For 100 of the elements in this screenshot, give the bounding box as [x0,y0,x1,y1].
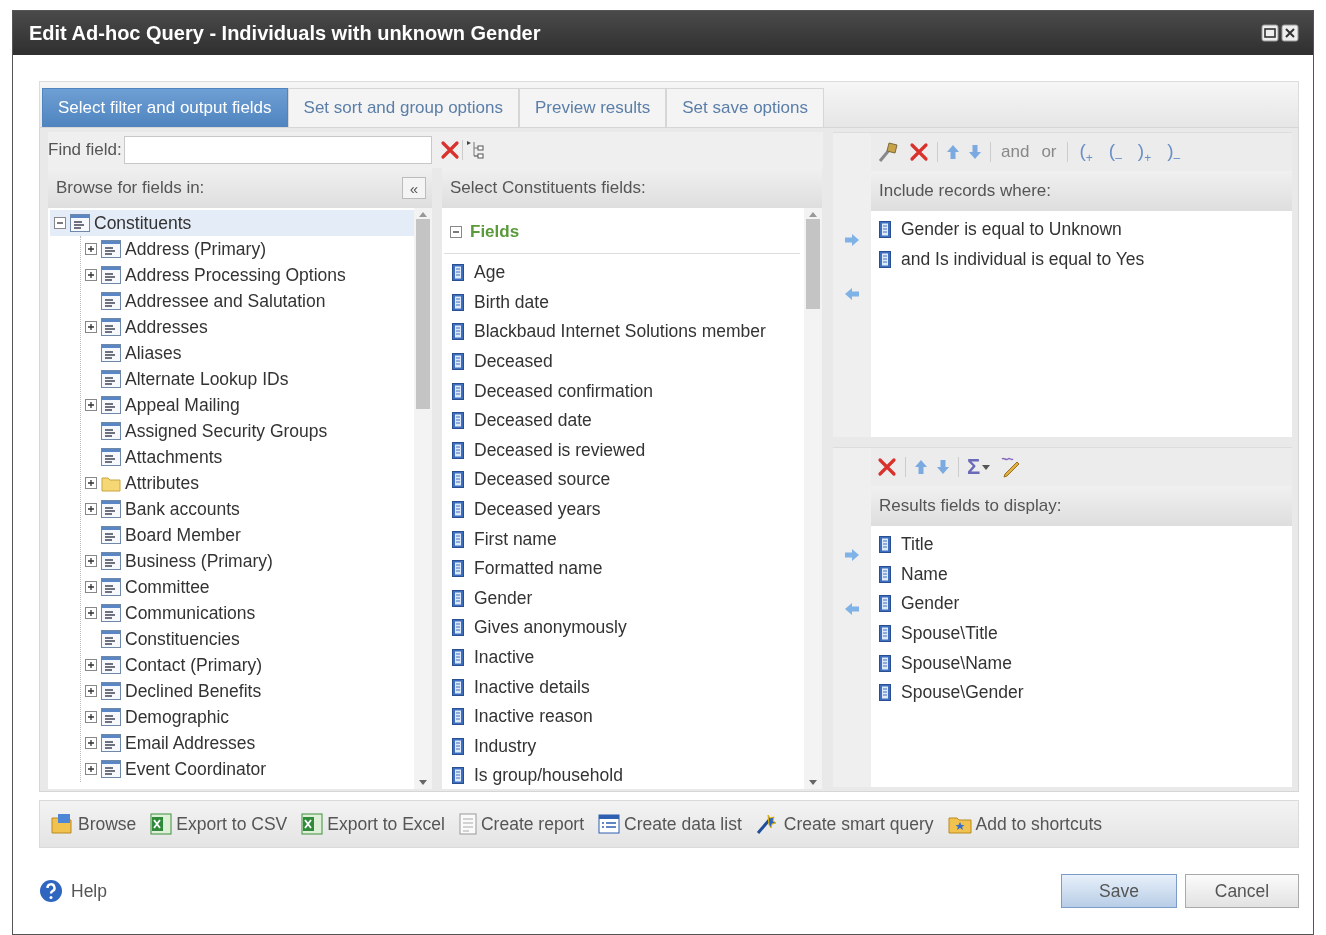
expand-icon[interactable] [85,477,97,489]
tree-item[interactable]: Event Coordinator [81,756,414,782]
field-item[interactable]: Birth date [444,287,804,318]
field-item[interactable]: Deceased date [444,405,804,436]
tree-item[interactable]: Address (Primary) [81,236,414,262]
field-item[interactable]: Is group/household [444,761,804,789]
scroll-thumb[interactable] [416,219,430,409]
field-item[interactable]: Inactive [444,642,804,673]
help-icon [39,879,63,903]
tree-item[interactable]: Business (Primary) [81,548,414,574]
cancel-button[interactable]: Cancel [1185,874,1299,908]
scrollbar[interactable] [414,208,432,789]
expand-icon[interactable] [85,269,97,281]
field-icon [879,250,891,268]
expand-icon[interactable] [85,737,97,749]
tree-item[interactable]: Email Addresses [81,730,414,756]
tree-item[interactable]: Committee [81,574,414,600]
tree-item[interactable]: Communications [81,600,414,626]
delete-icon[interactable] [877,457,897,477]
expand-icon[interactable] [85,607,97,619]
field-item[interactable]: Deceased [444,346,804,377]
field-item[interactable]: Gender [444,583,804,614]
tree-item[interactable]: Aliases [81,340,414,366]
sum-button[interactable]: Σ [967,454,991,480]
tree-item[interactable]: Attributes [81,470,414,496]
field-item[interactable]: Gives anonymously [444,613,804,643]
scroll-up-icon[interactable] [809,212,817,217]
result-field-item[interactable]: Gender [879,589,1284,619]
scroll-up-icon[interactable] [419,212,427,217]
tab[interactable]: Set save options [666,88,824,127]
action-button[interactable]: Create smart query [755,813,934,835]
expand-icon[interactable] [85,685,97,697]
tree-item[interactable]: Addresses [81,314,414,340]
tree-item[interactable]: Attachments [81,444,414,470]
result-field-item[interactable]: Title [879,530,1284,560]
field-item[interactable]: Deceased is reviewed [444,435,804,466]
expand-icon[interactable] [85,243,97,255]
help-link[interactable]: Help [39,879,107,903]
delete-icon[interactable] [909,142,929,162]
expand-icon[interactable] [85,503,97,515]
tree-item[interactable]: Addressee and Salutation [81,288,414,314]
tree-item[interactable]: Constituents [50,210,414,236]
expand-icon[interactable] [85,659,97,671]
pane-title: Results fields to display: [879,496,1062,516]
action-button[interactable]: Add to shortcuts [947,813,1102,835]
field-item[interactable]: Inactive reason [444,701,804,732]
action-button[interactable]: Create data list [598,813,742,835]
field-item[interactable]: First name [444,524,804,554]
tab[interactable]: Set sort and group options [287,88,519,127]
field-item[interactable]: Age [444,258,804,288]
close-icon[interactable] [1281,24,1299,42]
field-item[interactable]: Blackbaud Internet Solutions member [444,317,804,347]
tree-item[interactable]: Alternate Lookup IDs [81,366,414,392]
field-icon [452,708,464,726]
restore-icon[interactable] [1261,24,1279,42]
field-item[interactable]: Inactive details [444,672,804,702]
tree-item[interactable]: Constituencies [81,626,414,652]
scroll-thumb[interactable] [806,219,820,309]
scrollbar[interactable] [804,208,822,789]
collapse-icon[interactable] [450,225,462,238]
collapse-button[interactable]: « [402,177,426,199]
tree-item[interactable]: Appeal Mailing [81,392,414,418]
field-item[interactable]: Formatted name [444,553,804,584]
result-field-item[interactable]: Spouse\Gender [879,677,1284,708]
expand-icon[interactable] [85,399,97,411]
field-item[interactable]: Deceased source [444,465,804,495]
tree-item[interactable]: Assigned Security Groups [81,418,414,444]
filter-item[interactable]: and Is individual is equal to Yes [879,244,1284,275]
scroll-down-icon[interactable] [809,780,817,785]
save-button[interactable]: Save [1061,874,1177,908]
tree-item[interactable]: Board Member [81,522,414,548]
action-button[interactable]: Export to CSV [150,813,288,835]
find-field[interactable] [123,136,432,164]
field-item[interactable]: Industry [444,731,804,762]
expand-icon[interactable] [85,711,97,723]
tree-item[interactable]: Address Processing Options [81,262,414,288]
tree-item[interactable]: Demographic [81,704,414,730]
action-button[interactable]: Create report [458,813,585,835]
action-button[interactable]: Browse [50,813,137,835]
expand-icon[interactable] [85,555,97,567]
tree-item[interactable]: Contact (Primary) [81,652,414,678]
tab[interactable]: Preview results [519,88,667,127]
tree-item[interactable]: Bank accounts [81,496,414,522]
field-icon [452,501,464,519]
expand-icon[interactable] [85,581,97,593]
action-button[interactable]: Export to Excel [301,813,445,835]
scroll-down-icon[interactable] [419,780,427,785]
field-item[interactable]: Deceased years [444,494,804,525]
expand-icon[interactable] [85,321,97,333]
filter-item[interactable]: Gender is equal to Unknown [879,215,1284,245]
tree-item[interactable]: Declined Benefits [81,678,414,704]
field-item[interactable]: Deceased confirmation [444,376,804,406]
result-field-item[interactable]: Name [879,559,1284,590]
result-field-item[interactable]: Spouse\Name [879,648,1284,678]
expand-icon[interactable] [85,763,97,775]
hierarchy-icon[interactable] [464,139,485,161]
collapse-icon[interactable] [54,217,66,229]
delete-icon[interactable] [439,140,460,160]
result-field-item[interactable]: Spouse\Title [879,618,1284,649]
field-icon [452,264,464,282]
